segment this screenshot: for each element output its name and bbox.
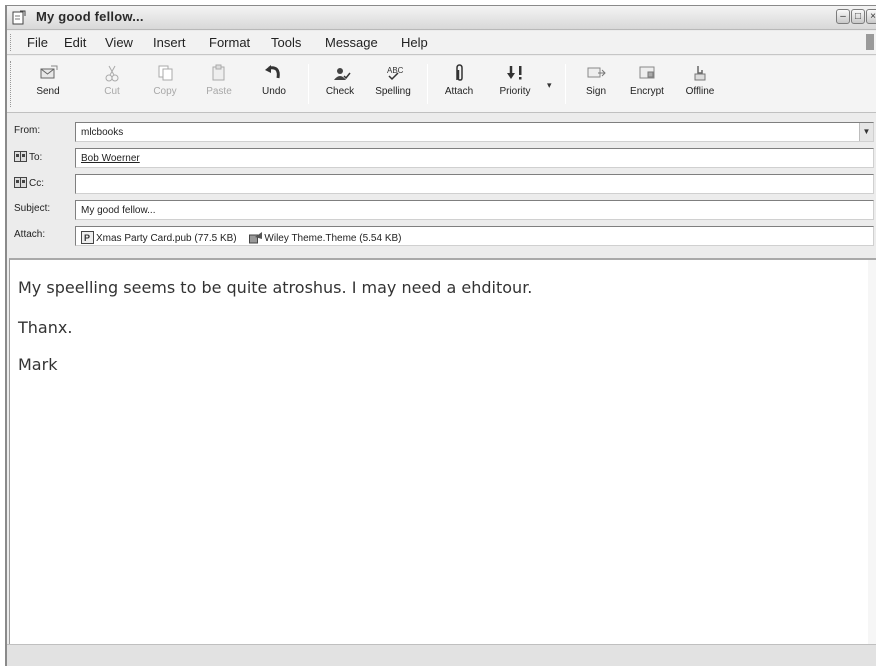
copy-button[interactable]: Copy: [145, 62, 185, 106]
check-label: Check: [325, 86, 355, 97]
cc-field[interactable]: [75, 174, 874, 194]
paperclip-icon: [456, 64, 463, 81]
body-line: Thanx.: [18, 318, 73, 337]
priority-button[interactable]: Priority: [491, 62, 539, 106]
menu-help[interactable]: Help: [401, 35, 428, 50]
menu-file[interactable]: File: [27, 35, 48, 50]
menu-grip[interactable]: [10, 34, 13, 51]
toolbar-separator: [565, 64, 566, 104]
toolbar-separator: [427, 64, 428, 104]
to-label-button[interactable]: To:: [14, 151, 42, 163]
encrypt-label: Encrypt: [630, 86, 664, 97]
menu-format[interactable]: Format: [209, 35, 250, 50]
cut-label: Cut: [104, 86, 120, 97]
undo-icon: [265, 65, 280, 79]
from-select[interactable]: mlcbooks ▼: [75, 122, 874, 142]
theme-file-icon: [249, 232, 263, 244]
attach-button[interactable]: Attach: [437, 62, 481, 106]
attachments-field[interactable]: P Xmas Party Card.pub (77.5 KB) Wiley Th…: [75, 226, 874, 246]
from-label: From:: [14, 125, 41, 136]
to-row: To: Bob Woerner: [7, 146, 876, 168]
message-headers: From: mlcbooks ▼ To: Bob Woerner Cc: Sub…: [7, 114, 876, 258]
attach-label: Attach:: [14, 229, 46, 240]
cc-label-button[interactable]: Cc:: [14, 177, 44, 189]
copy-label: Copy: [153, 86, 177, 97]
menu-bar: File Edit View Insert Format Tools Messa…: [7, 31, 876, 55]
subject-field[interactable]: My good fellow...: [75, 200, 874, 220]
title-bar: My good fellow... – □ ×: [7, 6, 876, 30]
compose-window: My good fellow... – □ × File Edit View I…: [5, 5, 876, 666]
undo-button[interactable]: Undo: [254, 62, 294, 106]
encrypt-button[interactable]: Encrypt: [625, 62, 669, 106]
from-row: From: mlcbooks ▼: [7, 120, 876, 142]
to-label: To:: [29, 152, 43, 163]
paste-icon: [212, 64, 225, 81]
priority-icon: [507, 66, 522, 80]
menu-edit[interactable]: Edit: [64, 35, 86, 50]
send-button[interactable]: Send: [25, 62, 71, 106]
throbber-icon: [866, 34, 874, 50]
from-value: mlcbooks: [81, 127, 124, 138]
sign-button[interactable]: Sign: [578, 62, 614, 106]
chevron-down-icon[interactable]: ▼: [859, 123, 873, 141]
paste-label: Paste: [206, 86, 232, 97]
menu-tools[interactable]: Tools: [271, 35, 301, 50]
menu-insert[interactable]: Insert: [153, 35, 186, 50]
close-button[interactable]: ×: [866, 9, 876, 24]
offline-button[interactable]: Offline: [679, 62, 721, 106]
subject-row: Subject: My good fellow...: [7, 198, 876, 220]
body-line: My speelling seems to be quite atroshus.…: [18, 278, 533, 297]
undo-label: Undo: [262, 86, 286, 97]
sign-label: Sign: [585, 86, 606, 97]
priority-label: Priority: [499, 86, 531, 97]
to-field[interactable]: Bob Woerner: [75, 148, 874, 168]
cut-button[interactable]: Cut: [93, 62, 131, 106]
attachment-name: Xmas Party Card.pub (77.5 KB): [96, 233, 237, 244]
spelling-label: Spelling: [375, 86, 411, 97]
window-title: My good fellow...: [36, 9, 144, 24]
menu-message[interactable]: Message: [325, 35, 378, 50]
spelling-icon: ABC: [387, 66, 404, 81]
svg-text:ABC: ABC: [387, 66, 404, 75]
paste-button[interactable]: Paste: [199, 62, 239, 106]
attach-label: Attach: [444, 86, 474, 97]
toolbar-separator: [308, 64, 309, 104]
check-names-button[interactable]: Check: [319, 62, 361, 106]
send-icon: [40, 65, 58, 79]
copy-icon: [158, 65, 173, 81]
message-body-editor[interactable]: My speelling seems to be quite atroshus.…: [9, 258, 876, 644]
cc-row: Cc:: [7, 172, 876, 194]
attachment-item[interactable]: P Xmas Party Card.pub (77.5 KB): [81, 231, 237, 244]
to-value: Bob Woerner: [81, 153, 140, 164]
vertical-scrollbar[interactable]: [868, 260, 876, 644]
svg-text:P: P: [84, 233, 90, 243]
window-controls: – □ ×: [836, 9, 876, 24]
encrypt-icon: [639, 66, 655, 79]
spelling-button[interactable]: ABC Spelling: [370, 62, 416, 106]
sign-icon: [587, 67, 606, 78]
menu-view[interactable]: View: [105, 35, 133, 50]
subject-value: My good fellow...: [81, 205, 156, 216]
scissors-icon: [105, 65, 119, 82]
body-line: Mark: [18, 355, 58, 374]
minimize-button[interactable]: –: [836, 9, 850, 24]
attachment-name: Wiley Theme.Theme (5.54 KB): [264, 233, 402, 244]
attach-row: Attach: P Xmas Party Card.pub (77.5 KB) …: [7, 224, 876, 246]
send-label: Send: [36, 86, 60, 97]
cc-label: Cc:: [29, 178, 44, 189]
offline-label: Offline: [685, 86, 715, 97]
toolbar: Send Cut Copy Paste Undo Check ABC Spell…: [7, 56, 876, 113]
toolbar-grip[interactable]: [10, 61, 13, 107]
subject-label: Subject:: [14, 203, 51, 214]
address-book-icon: [14, 177, 27, 188]
new-message-icon: [12, 10, 26, 25]
publisher-file-icon: P: [81, 231, 94, 244]
maximize-button[interactable]: □: [851, 9, 865, 24]
status-bar: [7, 644, 876, 666]
offline-icon: [694, 66, 706, 81]
address-book-icon: [14, 151, 27, 162]
priority-dropdown-icon[interactable]: ▾: [547, 80, 552, 91]
check-names-icon: [334, 68, 351, 80]
attachment-item[interactable]: Wiley Theme.Theme (5.54 KB): [249, 231, 402, 244]
